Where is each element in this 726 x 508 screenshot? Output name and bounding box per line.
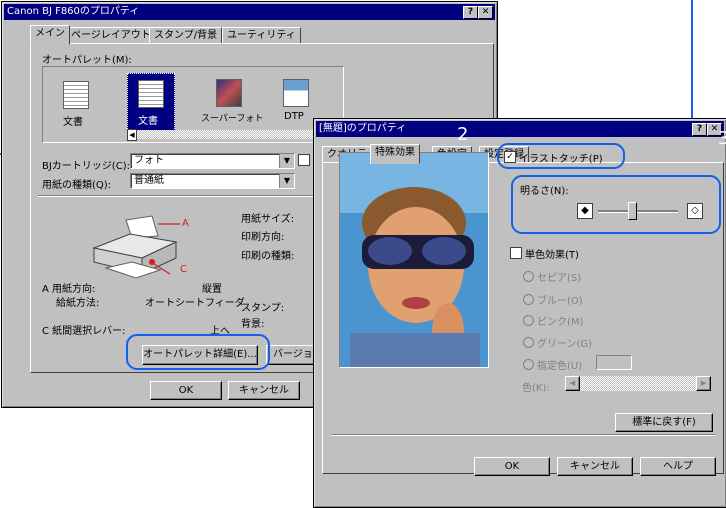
- cartridge-select[interactable]: フォト ▼: [130, 153, 295, 169]
- callout-number-3: 3: [718, 128, 726, 149]
- callout-palette-detail: [126, 334, 270, 370]
- mono-effect-checkbox[interactable]: [510, 247, 522, 259]
- chevron-down-icon: ▼: [279, 174, 294, 188]
- help-icon[interactable]: ?: [463, 6, 478, 19]
- paper-type-label: 用紙の種類(Q):: [42, 180, 112, 191]
- feed-method-value: オートシートフィーダ: [145, 298, 245, 309]
- callout-illust-touch: [497, 143, 625, 169]
- radio-green-label: グリーン(G): [537, 339, 593, 350]
- scroll-right-arrow[interactable]: ▶: [696, 376, 711, 391]
- scroll-left-arrow[interactable]: ◀: [565, 376, 580, 391]
- main-dialog-title: Canon BJ F860のプロパティ: [7, 6, 140, 17]
- main-dialog-titlebar: Canon BJ F860のプロパティ ? ✕: [4, 4, 495, 20]
- main-cancel-button[interactable]: キャンセル: [228, 381, 300, 400]
- radio-blue-label: ブルー(O): [537, 296, 583, 307]
- radio-pink[interactable]: [523, 315, 534, 326]
- main-ok-button[interactable]: OK: [150, 381, 222, 400]
- print-type-label: 印刷の種類:: [241, 251, 295, 262]
- radio-pink-label: ピンク(M): [537, 317, 584, 328]
- help-icon[interactable]: ?: [692, 123, 707, 136]
- tab-utility[interactable]: ユーティリティ: [222, 27, 301, 44]
- palette-list[interactable]: 文書 文書 スーパーフォト DTP ◀: [42, 66, 344, 143]
- dtp-icon: [283, 79, 309, 107]
- palette-scroll-left-arrow[interactable]: ◀: [127, 129, 137, 141]
- paper-type-value: 普通紙: [134, 175, 164, 186]
- paper-direction-value: 縦置: [202, 284, 222, 295]
- close-icon[interactable]: ✕: [478, 6, 493, 19]
- radio-sepia-label: セピア(S): [537, 273, 582, 284]
- callout-number-2: 2: [457, 124, 469, 145]
- cartridge-side-checkbox[interactable]: [298, 154, 310, 166]
- props-cancel-button[interactable]: キャンセル: [557, 457, 633, 476]
- paper-type-select[interactable]: 普通紙 ▼: [130, 173, 295, 189]
- radio-green[interactable]: [523, 337, 534, 348]
- auto-palette-label: オートパレット(M):: [42, 55, 132, 66]
- mono-effect-label[interactable]: 単色効果(T): [525, 246, 579, 261]
- chevron-down-icon: ▼: [279, 154, 294, 168]
- background-label: 背景:: [241, 319, 265, 330]
- props-dialog-title: [無題]のプロパティ: [319, 123, 407, 134]
- feed-method-label: 給紙方法:: [56, 298, 100, 309]
- tab-main[interactable]: メイン: [30, 25, 70, 45]
- tab-stamp-background[interactable]: スタンプ/背景: [149, 27, 223, 44]
- document-icon: [63, 81, 89, 109]
- props-dialog-titlebar: [無題]のプロパティ ? ✕: [316, 121, 724, 137]
- printer-label-a: A: [182, 218, 189, 229]
- palette-item-super-photo[interactable]: スーパーフォト: [201, 73, 263, 129]
- radio-custom-color[interactable]: [523, 359, 534, 370]
- props-ok-button[interactable]: OK: [474, 457, 550, 476]
- props-help-button[interactable]: ヘルプ: [640, 457, 716, 476]
- tab-page-layout[interactable]: ページレイアウト: [66, 27, 156, 44]
- preview-photo-frame: [339, 152, 489, 368]
- tab-special-effects[interactable]: 特殊効果: [370, 144, 420, 164]
- custom-color-swatch[interactable]: [596, 355, 632, 370]
- printer-label-c: C: [180, 264, 187, 275]
- palette-item-dtp[interactable]: DTP: [275, 73, 315, 129]
- cartridge-label: BJカートリッジ(C):: [42, 161, 130, 172]
- color-scrollbar[interactable]: ◀ ▶: [565, 376, 711, 391]
- palette-item-document[interactable]: 文書: [49, 73, 103, 129]
- radio-sepia[interactable]: [523, 271, 534, 282]
- cartridge-value: フォト: [134, 155, 164, 166]
- main-separator: [38, 195, 324, 197]
- props-separator: [331, 434, 715, 436]
- palette-scrollbar[interactable]: [137, 130, 341, 139]
- color-label: 色(K):: [522, 383, 550, 394]
- palette-item-document-selected[interactable]: 文書: [127, 73, 175, 133]
- document-icon: [138, 80, 164, 108]
- stamp-label: スタンプ:: [241, 303, 285, 314]
- photo-icon: [216, 79, 242, 107]
- radio-blue[interactable]: [523, 294, 534, 305]
- reset-defaults-button[interactable]: 標準に戻す(F): [615, 413, 713, 432]
- print-direction-label: 印刷方向:: [241, 232, 285, 243]
- paper-direction-label: A 用紙方向:: [42, 284, 96, 295]
- radio-custom-color-label: 指定色(U): [537, 361, 583, 372]
- lever-label: C 紙間選択レバー:: [42, 326, 126, 337]
- printer-illustration: [90, 212, 190, 282]
- callout-brightness: [511, 175, 721, 234]
- paper-size-label: 用紙サイズ:: [241, 214, 295, 225]
